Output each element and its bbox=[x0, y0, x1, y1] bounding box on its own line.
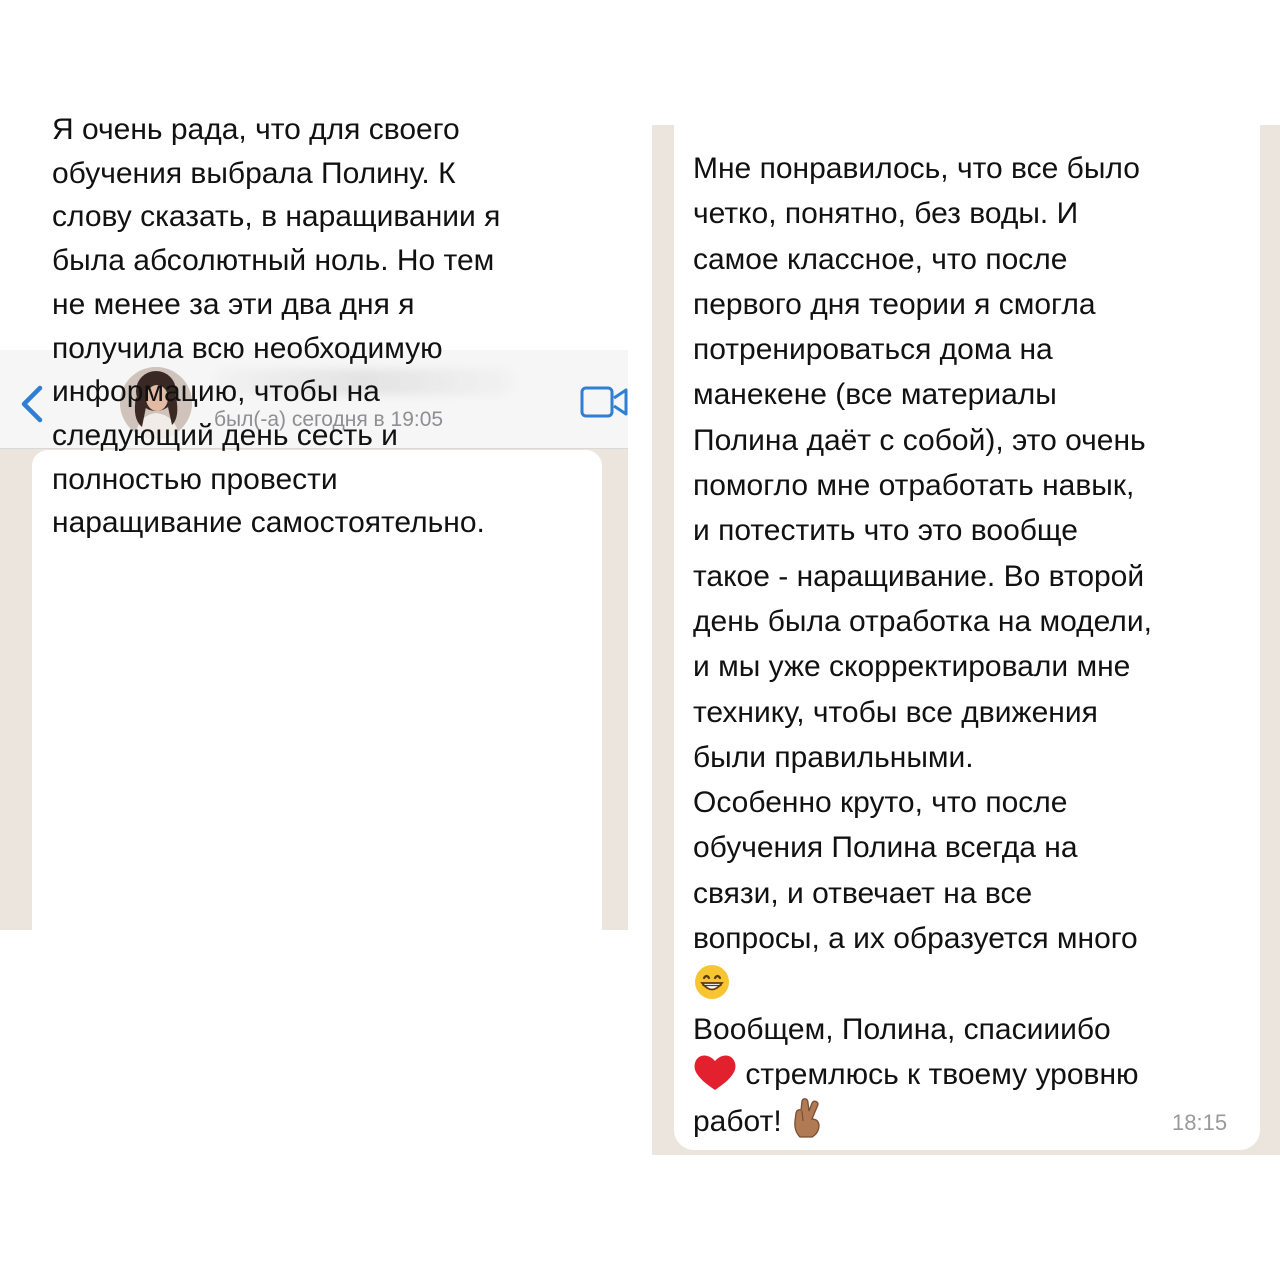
message-text: Я очень рада, что для своего обучения вы… bbox=[52, 113, 501, 540]
message-line: были правильными. bbox=[693, 740, 974, 774]
message-text: Мне понравилось, что все было четко, пон… bbox=[693, 146, 1273, 1145]
message-line-text: работ! bbox=[693, 1105, 782, 1139]
message-line-text: стремлюсь к твоему уровню bbox=[745, 1057, 1139, 1091]
message-line: помогло мне отработать навык, bbox=[693, 469, 1135, 503]
video-camera-icon[interactable] bbox=[580, 384, 628, 420]
red-heart-emoji bbox=[694, 1055, 736, 1090]
message-line: четко, понятно, без воды. И bbox=[693, 197, 1079, 231]
message-line: Вообщем, Полина, спасииибо bbox=[693, 1012, 1111, 1046]
message-line-with-emoji: стремлюсь к твоему уровню bbox=[693, 1052, 1273, 1097]
message-line: вопросы, а их образуется много bbox=[693, 922, 1138, 956]
message-line: потренироваться дома на bbox=[693, 333, 1053, 367]
message-line: Полина даёт с собой), это очень bbox=[693, 423, 1146, 457]
crossed-fingers-emoji bbox=[794, 1098, 820, 1138]
message-line: день была отработка на модели, bbox=[693, 604, 1152, 638]
message-line-emoji bbox=[693, 961, 1273, 1006]
message-line: Мне понравилось, что все было bbox=[693, 152, 1140, 185]
message-timestamp: 18:15 bbox=[1172, 1110, 1228, 1135]
message-line: и мы уже скорректировали мне bbox=[693, 650, 1131, 684]
message-line: самое классное, что после bbox=[693, 242, 1068, 276]
message-line: Особенно круто, что после bbox=[693, 786, 1068, 820]
message-line: такое - наращивание. Во второй bbox=[693, 559, 1145, 593]
chevron-left-icon[interactable] bbox=[14, 382, 50, 426]
message-line: первого дня теории я смогла bbox=[693, 287, 1096, 321]
grinning-face-emoji bbox=[695, 965, 729, 1000]
message-line: обучения Полина всегда на bbox=[693, 831, 1078, 865]
message-line: и потестить что это вообще bbox=[693, 514, 1078, 548]
message-line: связи, и отвечает на все bbox=[693, 876, 1033, 910]
message-line: технику, чтобы все движения bbox=[693, 695, 1098, 729]
message-line: манекене (все материалы bbox=[693, 378, 1057, 412]
